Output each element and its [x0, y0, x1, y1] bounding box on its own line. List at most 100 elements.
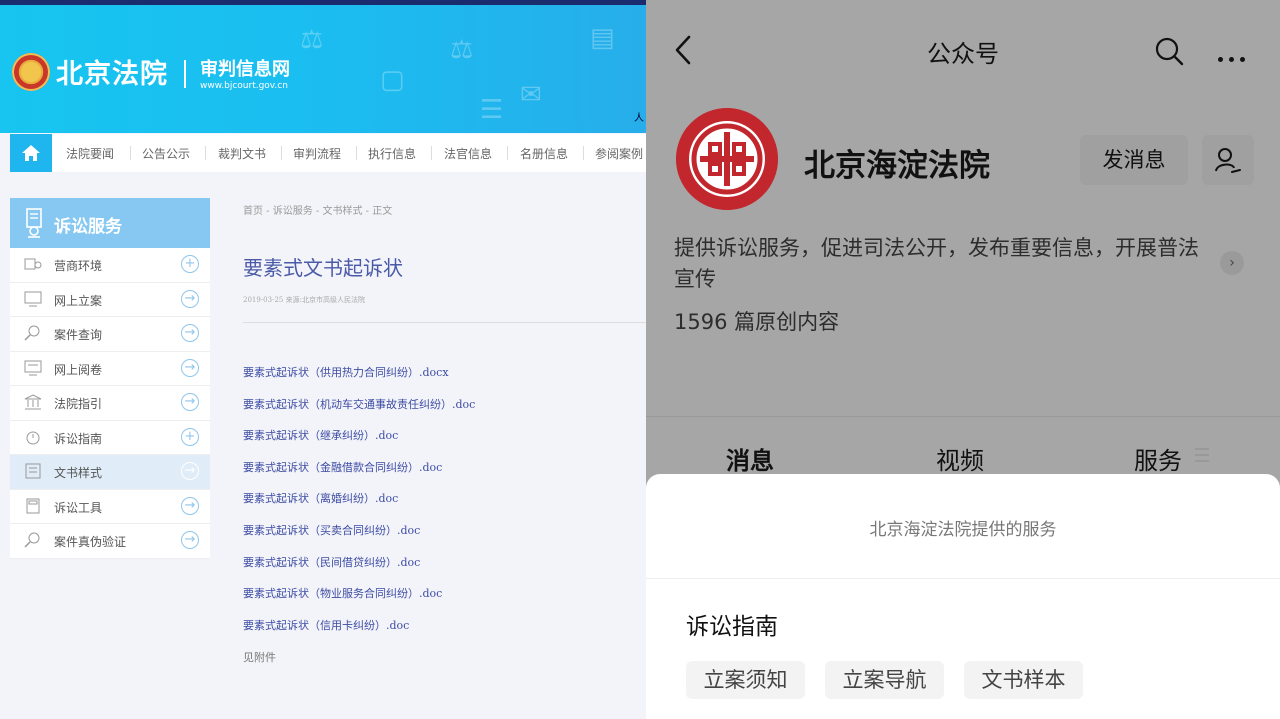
sidebar-item-court-guide[interactable]: 法院指引 →	[10, 386, 210, 421]
chevron-right-icon[interactable]: ›	[1220, 251, 1244, 275]
sidebar-item-label: 案件真伪验证	[54, 535, 127, 549]
decor-icon: ▢	[380, 65, 405, 95]
home-icon	[22, 145, 40, 161]
more-options-icon[interactable]	[1218, 47, 1251, 66]
nav-item-registers[interactable]: 名册信息	[520, 145, 568, 162]
decor-icon: ⚖	[300, 25, 324, 55]
file-link[interactable]: 要素式起诉状（信用卡纠纷）.doc	[243, 617, 409, 633]
calculator-icon	[26, 498, 40, 513]
search-icon[interactable]	[1154, 36, 1184, 66]
court-website-pane: ⚖ ▢ ⚖ ✉ ▤ ☰ 北京法院 审判信息网 www.bjcourt.gov.c…	[0, 0, 646, 719]
nav-divider	[130, 146, 131, 160]
file-link[interactable]: 要素式起诉状（买卖合同纠纷）.doc	[243, 522, 420, 538]
screen-icon	[24, 360, 42, 375]
logo-separator	[184, 60, 186, 88]
decor-icon: ☰	[480, 95, 504, 125]
site-logo-title[interactable]: 北京法院	[56, 52, 168, 91]
send-message-button[interactable]: 发消息	[1080, 135, 1188, 185]
file-link[interactable]: 要素式起诉状（民间借贷纠纷）.doc	[243, 554, 420, 570]
sidebar-item-label: 诉讼工具	[54, 500, 103, 515]
nav-item-enforcement[interactable]: 执行信息	[368, 145, 416, 162]
sidebar-item-label: 营商环境	[54, 259, 103, 273]
sidebar-item-label: 法院指引	[54, 397, 103, 411]
nav-divider	[205, 146, 206, 160]
sidebar-header: 诉讼服务	[10, 198, 210, 248]
arrow-right-icon[interactable]: →	[181, 462, 199, 480]
file-link[interactable]: 要素式起诉状（物业服务合同纠纷）.doc	[243, 585, 442, 601]
sidebar-item-case-query[interactable]: 案件查询 →	[10, 317, 210, 352]
account-avatar[interactable]	[676, 108, 778, 210]
nav-item-reference-cases[interactable]: 参阅案例	[595, 145, 643, 162]
nav-divider	[507, 146, 508, 160]
tab-messages[interactable]: 消息	[726, 441, 774, 476]
menu-lines-icon	[1195, 448, 1209, 466]
sidebar-item-litigation-tools[interactable]: 诉讼工具 →	[10, 489, 210, 524]
tab-videos[interactable]: 视频	[936, 441, 984, 476]
services-bottom-sheet: 北京海淀法院提供的服务 诉讼指南 立案须知 立案导航 文书样本	[646, 474, 1280, 719]
decor-icon: ⚖	[450, 35, 474, 65]
court-emblem-icon	[12, 53, 50, 91]
magnifier-icon	[24, 325, 40, 341]
decor-icon: ▤	[590, 23, 615, 53]
breadcrumb[interactable]: 首页 - 诉讼服务 - 文书样式 - 正文	[243, 202, 392, 217]
arrow-right-icon[interactable]: →	[181, 393, 199, 411]
sheet-divider	[646, 578, 1280, 579]
user-settings-icon	[1215, 148, 1241, 173]
nav-divider	[356, 146, 357, 160]
nav-item-judges[interactable]: 法官信息	[444, 145, 492, 162]
nav-divider	[583, 146, 584, 160]
service-chip-filing-notice[interactable]: 立案须知	[686, 661, 805, 699]
arrow-right-icon[interactable]: →	[181, 531, 199, 549]
sidebar-item-label: 文书样式	[54, 466, 103, 480]
sidebar-item-business-environment[interactable]: 营商环境 +	[10, 248, 210, 283]
expand-plus-icon[interactable]: +	[181, 427, 199, 446]
sheet-title: 北京海淀法院提供的服务	[869, 520, 1057, 540]
file-link[interactable]: 要素式起诉状（继承纠纷）.doc	[243, 427, 398, 443]
follow-user-button[interactable]	[1202, 135, 1254, 185]
file-link[interactable]: 要素式起诉状（离婚纠纷）.doc	[243, 490, 398, 506]
banner-edge-text: 人	[634, 113, 644, 124]
nav-item-trial-process[interactable]: 审判流程	[293, 145, 341, 162]
account-description[interactable]: 提供诉讼服务，促进司法公开，发布重要信息，开展普法宣传	[674, 233, 1219, 295]
sidebar-item-case-verification[interactable]: 案件真伪验证 →	[10, 524, 210, 559]
nav-divider	[431, 146, 432, 160]
business-icon	[24, 258, 42, 270]
section-divider	[646, 416, 1280, 417]
document-stamp-icon	[26, 208, 42, 238]
wechat-official-account-pane: 公众号 北京海淀法院 发消息 提供诉讼服务，促进司法公开，发布重要信息，开展普法…	[646, 0, 1280, 719]
nav-item-judgments[interactable]: 裁判文书	[218, 145, 266, 162]
stopwatch-icon	[26, 431, 40, 444]
service-chip-document-samples[interactable]: 文书样本	[964, 661, 1083, 699]
file-link[interactable]: 要素式起诉状（机动车交通事故责任纠纷）.doc	[243, 396, 475, 412]
arrow-right-icon[interactable]: →	[181, 324, 199, 342]
nav-divider	[281, 146, 282, 160]
nav-home-button[interactable]	[10, 134, 52, 172]
sidebar: 诉讼服务 营商环境 + 网上立案 → 案件查询 → 网上阅卷 → 法院指引 →	[10, 198, 210, 559]
sidebar-item-document-templates[interactable]: 文书样式 →	[10, 455, 210, 490]
sidebar-item-litigation-guide[interactable]: 诉讼指南 +	[10, 420, 210, 455]
file-link[interactable]: 要素式起诉状（金融借款合同纠纷）.doc	[243, 459, 442, 475]
magnifier-icon	[24, 532, 40, 548]
nav-item-news[interactable]: 法院要闻	[66, 145, 114, 162]
sidebar-item-label: 诉讼指南	[54, 431, 103, 446]
section-title: 诉讼指南	[686, 614, 778, 640]
sidebar-item-online-file-review[interactable]: 网上阅卷 →	[10, 351, 210, 386]
sidebar-item-label: 网上立案	[54, 293, 103, 308]
file-link[interactable]: 要素式起诉状（供用热力合同纠纷）.docx	[243, 364, 449, 380]
attachment-note: 见附件	[243, 651, 276, 664]
sidebar-item-online-filing[interactable]: 网上立案 →	[10, 282, 210, 317]
arrow-right-icon[interactable]: →	[181, 289, 199, 308]
arrow-right-icon[interactable]: →	[181, 496, 199, 515]
arrow-right-icon[interactable]: →	[181, 358, 199, 377]
article-meta: 2019-03-25 来源:北京市高级人民法院	[243, 296, 365, 304]
nav-item-notices[interactable]: 公告公示	[142, 145, 190, 162]
main-nav: 法院要闻 公告公示 裁判文书 审判流程 执行信息 法官信息 名册信息 参阅案例	[10, 134, 646, 172]
expand-plus-icon[interactable]: +	[181, 255, 199, 273]
sidebar-header-label: 诉讼服务	[54, 217, 122, 237]
service-chip-filing-navigation[interactable]: 立案导航	[825, 661, 944, 699]
sidebar-item-label: 案件查询	[54, 328, 103, 342]
tab-services[interactable]: 服务	[1134, 441, 1182, 476]
account-name: 北京海淀法院	[804, 148, 990, 184]
decor-icon: ✉	[520, 80, 542, 110]
article-divider	[243, 322, 646, 323]
